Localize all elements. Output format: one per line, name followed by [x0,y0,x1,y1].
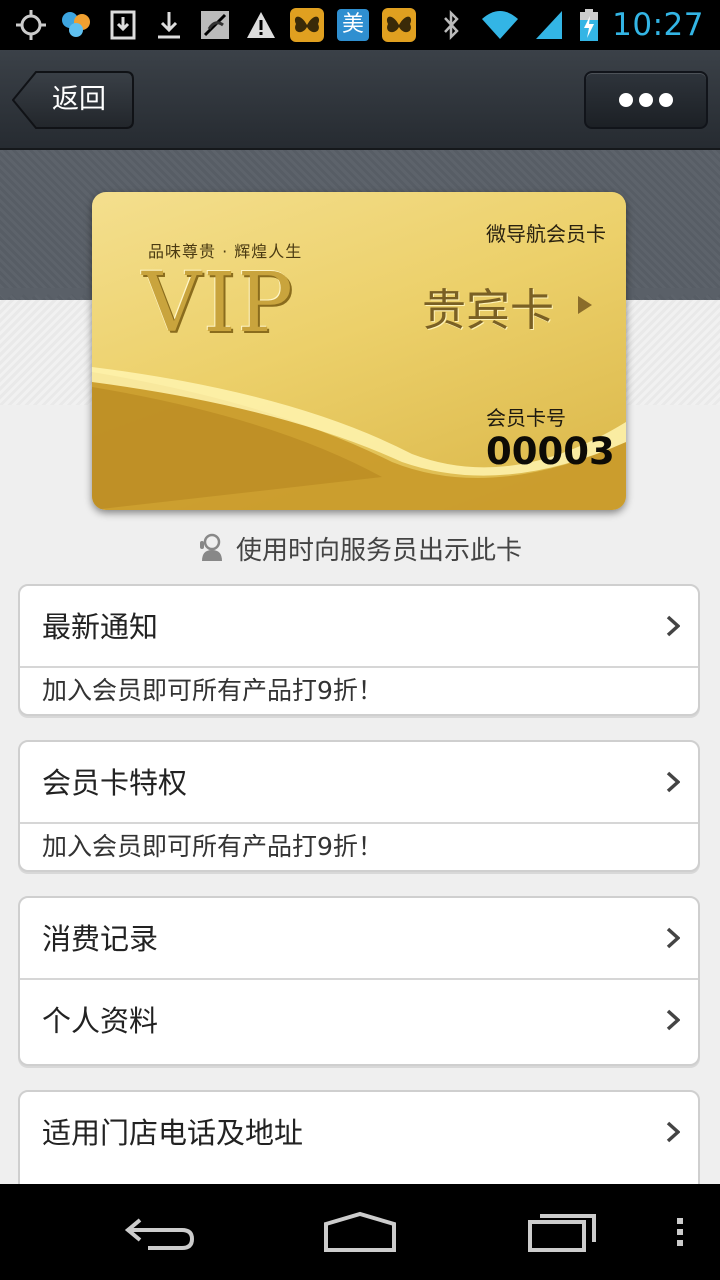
privilege-detail: 加入会员即可所有产品打9折！ [20,824,698,870]
download-icon [152,8,186,42]
more-dot [659,93,673,107]
status-bar: 美 10:27 [0,0,720,50]
chevron-right-icon [666,927,680,949]
privilege-group: 会员卡特权 加入会员即可所有产品打9折！ [18,740,700,872]
privilege-title: 会员卡特权 [42,766,188,800]
title-bar: 返回 [0,50,720,150]
chevron-right-icon [666,1121,680,1143]
list-item-privilege[interactable]: 会员卡特权 [20,742,698,824]
back-button[interactable]: 返回 [12,71,134,129]
card-number-label: 会员卡号 [486,406,566,430]
more-dot [639,93,653,107]
chevron-right-icon [666,771,680,793]
nav-menu-icon[interactable] [672,1208,688,1256]
notification-icons: 美 [14,6,416,44]
system-nav-bar [0,1184,720,1280]
butterfly-app-icon [290,8,324,42]
card-brand: 微导航会员卡 [486,222,606,246]
muted-sync-icon [198,8,232,42]
battery-charging-icon [578,8,600,42]
stores-label: 适用门店电话及地址 [42,1116,304,1150]
notice-detail: 加入会员即可所有产品打9折！ [20,668,698,714]
more-dots-icon [619,93,633,107]
chevron-right-icon [666,615,680,637]
warning-icon [244,8,278,42]
card-arrow-icon [578,296,592,314]
download-box-icon [106,8,140,42]
nav-back-icon[interactable] [124,1208,196,1256]
meituan-icon: 美 [336,8,370,42]
privilege-text: 加入会员即可所有产品打9折！ [42,832,383,861]
list-item-stores[interactable]: 适用门店电话及地址 [20,1092,698,1174]
chevron-right-icon [666,1009,680,1031]
butterfly-app-icon-2 [382,8,416,42]
back-label: 返回 [52,84,106,115]
card-vip-logo: VIP [142,256,295,351]
list-item-notice[interactable]: 最新通知 [20,586,698,668]
weather-icon [60,8,94,42]
list-item-consumption[interactable]: 消费记录 [20,898,698,980]
card-number: 00003 [486,430,615,473]
waiter-icon [199,533,222,561]
meituan-char: 美 [337,9,369,41]
account-group: 消费记录 个人资料 [18,896,700,1066]
more-button[interactable] [584,71,708,129]
gps-icon [14,8,48,42]
card-hint: 使用时向服务员出示此卡 [0,528,720,568]
profile-label: 个人资料 [42,1004,159,1038]
clock: 10:27 [612,7,704,43]
vip-card[interactable]: 品味尊贵 · 辉煌人生 VIP 微导航会员卡 贵宾卡 会员卡号 00003 [92,192,626,510]
hint-text: 使用时向服务员出示此卡 [235,535,522,566]
nav-home-icon[interactable] [322,1208,398,1256]
notice-title: 最新通知 [42,610,159,644]
notice-text: 加入会员即可所有产品打9折！ [42,676,383,705]
notice-group: 最新通知 加入会员即可所有产品打9折！ [18,584,700,716]
status-icons: 10:27 [434,0,704,50]
nav-recents-icon[interactable] [526,1208,598,1256]
card-type: 贵宾卡 [422,285,554,336]
bluetooth-icon [434,8,468,42]
consumption-label: 消费记录 [42,922,159,956]
signal-icon [532,8,566,42]
wifi-icon [480,8,520,42]
list-item-profile[interactable]: 个人资料 [20,980,698,1062]
